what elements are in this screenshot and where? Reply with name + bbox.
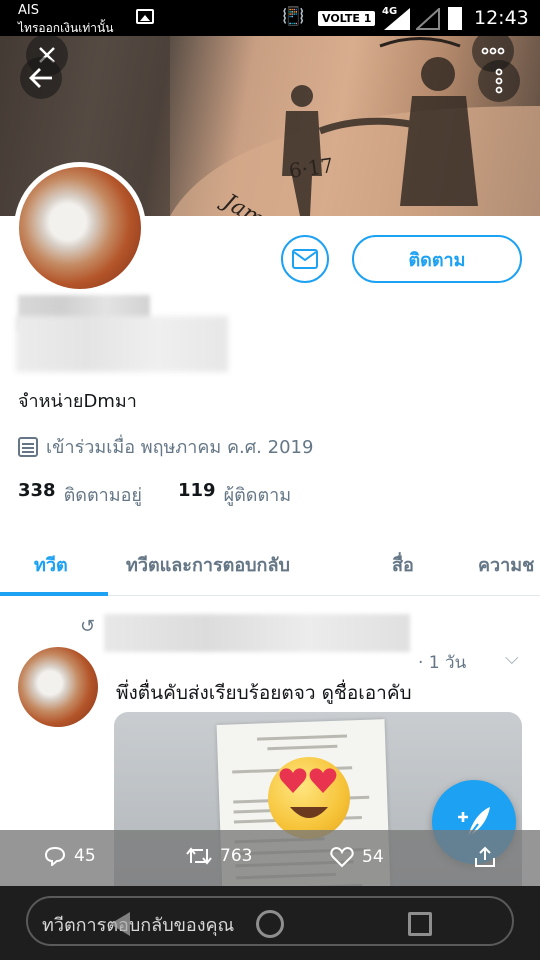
carrier-subtext: ไทรออกเงินเท่านั้น <box>18 21 114 35</box>
network-type: 4G <box>382 6 398 17</box>
redacted-username <box>16 316 228 372</box>
following-label[interactable]: ติดตามอยู่ <box>64 480 142 509</box>
follow-button[interactable]: ติดตาม <box>352 235 522 283</box>
join-date-text: เข้าร่วมเมื่อ พฤษภาคม ค.ศ. 2019 <box>46 437 314 458</box>
overflow-menu-button[interactable] <box>478 60 520 102</box>
profile-screen: AIS ไทรออกเงินเท่านั้น 📳 VOLTE 1 4G 12:4… <box>0 0 540 960</box>
like-action[interactable]: 54 <box>330 846 384 868</box>
nav-home-icon[interactable] <box>256 910 284 938</box>
join-date: เข้าร่วมเมื่อ พฤษภาคม ค.ศ. 2019 <box>18 432 313 461</box>
active-tab-indicator <box>0 592 108 596</box>
profile-bio: จำหน่ายDmมา <box>18 391 137 412</box>
mail-icon <box>292 249 318 269</box>
tab-tweets-and-replies[interactable]: ทวีตและการตอบกลับ <box>126 550 290 579</box>
heart-eyes-emoji-icon <box>268 757 350 839</box>
profile-avatar[interactable] <box>14 162 146 294</box>
nav-recents-icon[interactable] <box>408 912 432 936</box>
like-count: 54 <box>362 847 384 867</box>
more-horizontal-icon <box>481 47 505 55</box>
secondary-signal-icon <box>416 8 440 30</box>
tweet-actions: 45 763 54 <box>0 830 540 886</box>
retweet-context-icon: ↺ <box>80 616 96 637</box>
tweet-time: · 1 วัน <box>418 653 467 673</box>
reply-action[interactable]: 45 <box>44 846 96 866</box>
tweet-meta: · 1 วัน <box>116 649 466 676</box>
image-notification-icon <box>136 9 154 24</box>
following-count[interactable]: 338 <box>18 480 56 509</box>
battery-icon <box>448 7 462 30</box>
retweet-action[interactable]: 763 <box>186 846 252 866</box>
carrier-name: AIS <box>18 3 39 18</box>
reply-icon <box>44 846 66 866</box>
clock: 12:43 <box>474 7 529 29</box>
chevron-down-icon[interactable]: ⌵ <box>505 648 519 669</box>
followers-count[interactable]: 119 <box>178 480 216 509</box>
follow-stats: 338 ติดตามอยู่ 119 ผู้ติดตาม <box>18 480 291 509</box>
tab-likes[interactable]: ความช <box>478 550 534 579</box>
reply-placeholder: ทวีตการตอบกลับของคุณ <box>42 915 235 936</box>
share-action[interactable] <box>474 846 496 868</box>
redacted-retweet-context <box>104 614 410 652</box>
status-bar: AIS ไทรออกเงินเท่านั้น 📳 VOLTE 1 4G 12:4… <box>0 0 540 36</box>
volte-indicator: VOLTE 1 <box>318 11 376 26</box>
vibrate-icon: 📳 <box>282 6 305 27</box>
heart-icon <box>330 846 354 868</box>
back-button[interactable] <box>20 57 62 99</box>
back-arrow-icon <box>29 68 52 88</box>
message-button[interactable] <box>281 235 329 283</box>
profile-tabs: ทวีต ทวีตและการตอบกลับ สื่อ ความช <box>0 530 540 596</box>
tab-media[interactable]: สื่อ <box>392 550 414 579</box>
tweet-text: พึ่งตื่นคับส่งเรียบร้อยตจว ดูชื่อเอาคับ <box>116 682 412 704</box>
share-icon <box>475 846 495 867</box>
tab-tweets[interactable]: ทวีต <box>34 550 68 579</box>
retweet-count: 763 <box>220 846 253 866</box>
reply-count: 45 <box>74 846 96 866</box>
tweet-avatar[interactable] <box>18 647 98 727</box>
nav-back-icon[interactable] <box>110 912 130 936</box>
more-vertical-icon <box>495 68 503 94</box>
followers-label[interactable]: ผู้ติดตาม <box>224 480 292 509</box>
calendar-icon <box>18 436 38 457</box>
retweet-icon <box>186 847 212 865</box>
